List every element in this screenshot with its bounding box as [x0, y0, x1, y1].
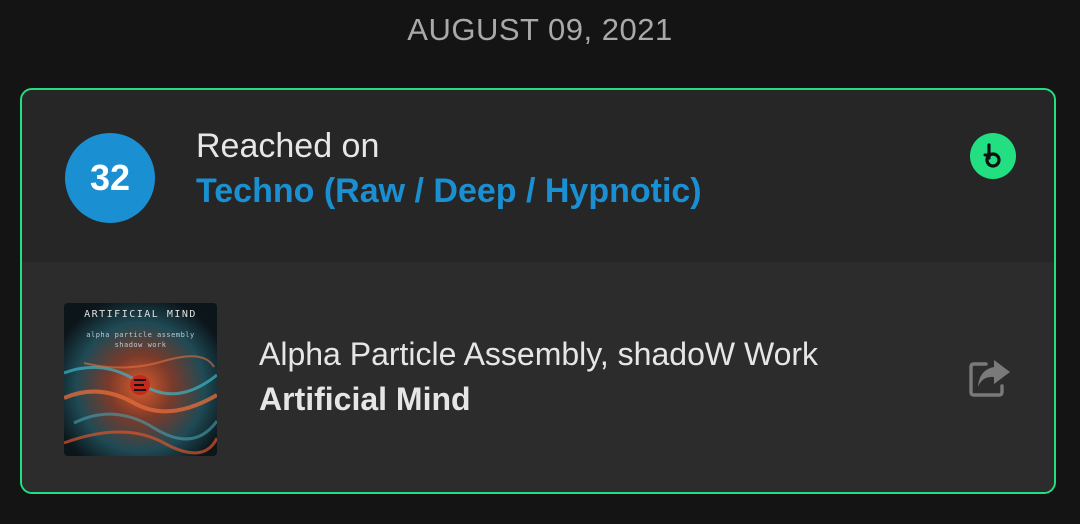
reached-label: Reached on	[196, 127, 380, 165]
rank-badge: 32	[65, 133, 155, 223]
beatport-logo-glyph	[983, 143, 1001, 168]
artwork-title: ARTIFICIAL MIND	[84, 309, 197, 320]
chart-entry-card[interactable]: 32 Reached on Techno (Raw / Deep / Hypno…	[20, 88, 1056, 494]
track-artists[interactable]: Alpha Particle Assembly, shadoW Work	[259, 336, 818, 373]
chart-name-link[interactable]: Techno (Raw / Deep / Hypnotic)	[196, 172, 702, 211]
share-icon[interactable]	[968, 356, 1014, 398]
date-header: AUGUST 09, 2021	[407, 12, 673, 47]
track-section: ARTIFICIAL MIND alpha particle assembly …	[22, 262, 1054, 492]
album-artwork[interactable]: ARTIFICIAL MIND alpha particle assembly …	[64, 303, 217, 456]
artwork-subtitle: shadow work	[114, 341, 167, 349]
track-title[interactable]: Artificial Mind	[259, 381, 471, 418]
chart-history-page: AUGUST 09, 2021 32 Reached on Techno (Ra…	[0, 0, 1080, 524]
beatport-icon[interactable]	[970, 133, 1016, 179]
share-arrow-glyph	[969, 360, 1010, 397]
artwork-image	[64, 303, 217, 456]
artwork-subtitle: alpha particle assembly	[86, 331, 195, 339]
chart-info-section: 32 Reached on Techno (Raw / Deep / Hypno…	[22, 90, 1054, 262]
